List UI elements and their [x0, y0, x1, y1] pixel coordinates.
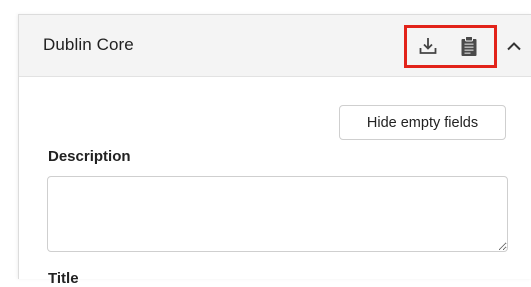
chevron-up-icon: [507, 42, 521, 51]
clipboard-icon: [461, 36, 477, 56]
download-button[interactable]: [415, 33, 441, 59]
collapse-button[interactable]: [503, 36, 525, 56]
panel-title: Dublin Core: [43, 35, 134, 54]
description-field[interactable]: [47, 176, 508, 252]
dublin-core-panel: Dublin Core Hide empty fields Descriptio…: [18, 14, 531, 287]
download-icon: [419, 38, 437, 54]
panel-header[interactable]: Dublin Core: [19, 15, 531, 77]
title-label: Title: [48, 270, 79, 287]
description-label: Description: [48, 148, 131, 165]
copy-button[interactable]: [456, 33, 482, 59]
hide-empty-fields-button[interactable]: Hide empty fields: [339, 105, 506, 140]
